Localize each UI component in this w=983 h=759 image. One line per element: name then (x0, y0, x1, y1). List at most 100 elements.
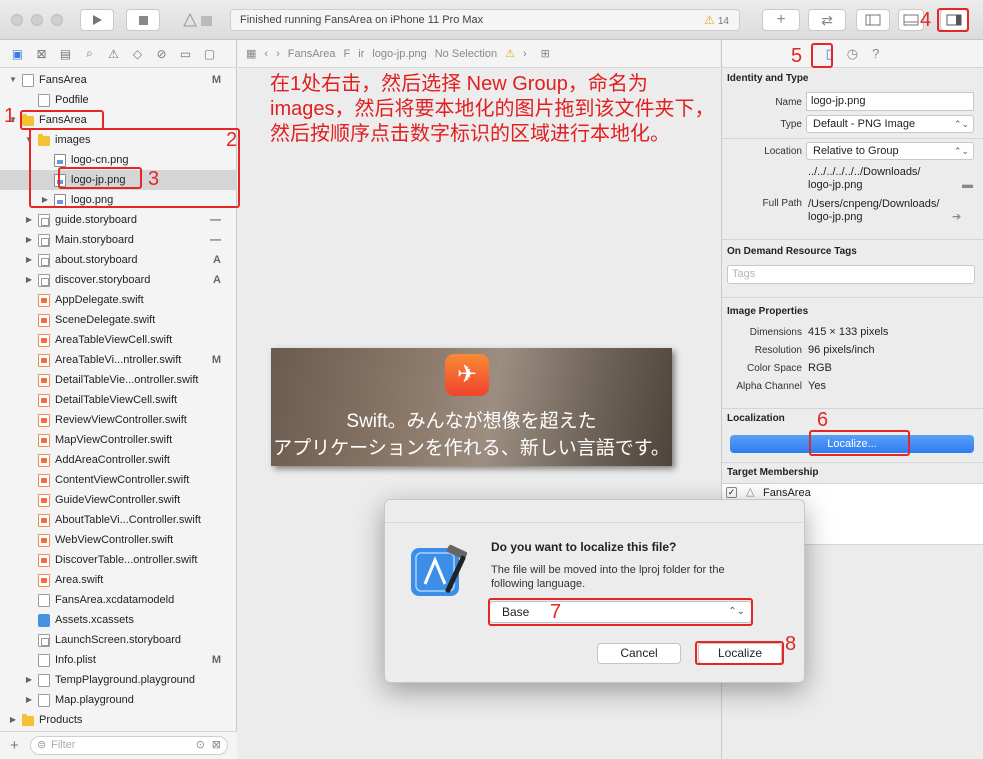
tree-item-products[interactable]: ▶ Products (0, 710, 237, 730)
tree-item-assets[interactable]: Assets.xcassets (0, 610, 237, 630)
preview-text-line2: アプリケーションを作れる、新しい言語です。 (273, 438, 670, 459)
jump-warning-icon[interactable]: ⚠ (505, 47, 515, 60)
scm-filter-icon[interactable]: ⊠ (212, 737, 221, 754)
jump-crumb-project[interactable]: FansArea (288, 48, 336, 60)
jump-crumb-file[interactable]: logo-jp.png (372, 48, 426, 60)
tree-item-label: TempPlayground.playground (55, 674, 196, 686)
alpha-value: Yes (808, 380, 826, 392)
jump-crumb-folder[interactable]: ir (358, 48, 364, 60)
close-window-button[interactable] (11, 14, 23, 26)
disclosure-triangle-icon[interactable]: ▶ (24, 210, 34, 230)
zoom-window-button[interactable] (51, 14, 63, 26)
disclosure-triangle-icon[interactable]: ▶ (24, 250, 34, 270)
tree-item-swift[interactable]: AddAreaController.swift (0, 450, 237, 470)
disclosure-triangle-icon[interactable]: ▶ (24, 670, 34, 690)
disclosure-triangle-icon[interactable]: ▼ (8, 70, 18, 90)
back-icon[interactable]: ‹ (264, 48, 268, 60)
tree-item-swift[interactable]: Area.swift (0, 570, 237, 590)
source-control-icon[interactable]: ⊠ (32, 47, 51, 61)
code-review-button[interactable]: ⇄ (808, 9, 846, 31)
add-icon[interactable]: + (10, 737, 19, 754)
tree-item-swift[interactable]: DetailTableViewCell.swift (0, 390, 237, 410)
issue-icon[interactable]: ⚠ (104, 47, 123, 61)
tree-item-swift[interactable]: DetailTableVie...ontroller.swift (0, 370, 237, 390)
swift-file-icon (38, 574, 50, 587)
tree-item-swift[interactable]: DiscoverTable...ontroller.swift (0, 550, 237, 570)
disclosure-triangle-icon[interactable]: ▶ (8, 710, 18, 730)
disclosure-triangle-icon[interactable]: ▶ (24, 270, 34, 290)
tree-item-swift[interactable]: AppDelegate.swift (0, 290, 237, 310)
warning-icon: ⚠ (704, 13, 715, 27)
tree-item-swift[interactable]: WebViewController.swift (0, 530, 237, 550)
type-select[interactable]: Default - PNG Image ⌃⌄ (806, 115, 974, 133)
project-icon (22, 74, 34, 87)
tree-item-label: discover.storyboard (55, 274, 151, 286)
fullpath-line2: logo-jp.png (808, 211, 863, 223)
jump-next-icon[interactable]: › (523, 48, 527, 60)
report-icon[interactable]: ▢ (200, 47, 219, 61)
location-path-line2: logo-jp.png (808, 179, 863, 191)
tree-item-playground[interactable]: ▶ TempPlayground.playground (0, 670, 237, 690)
tree-item-swift[interactable]: AboutTableVi...Controller.swift (0, 510, 237, 530)
tags-field[interactable]: Tags (727, 265, 975, 284)
tree-item-datamodel[interactable]: FansArea.xcdatamodeld (0, 590, 237, 610)
name-field[interactable]: logo-jp.png (806, 92, 974, 111)
name-label: Name (775, 97, 802, 108)
split-editor-icon[interactable]: ⊞ (541, 47, 550, 60)
target-checkbox[interactable]: ✓ (726, 487, 737, 498)
forward-icon[interactable]: › (276, 48, 280, 60)
tree-item-swift[interactable]: AreaTableViewCell.swift (0, 330, 237, 350)
preview-text-line1: Swift。みんなが想像を超えた (346, 411, 597, 432)
filter-input[interactable]: ⊜ Filter ⊙ ⊠ (30, 736, 228, 755)
tree-item-swift[interactable]: ContentViewController.swift (0, 470, 237, 490)
tree-item-podfile[interactable]: Podfile (0, 90, 237, 110)
jump-crumb-selection[interactable]: No Selection (435, 48, 497, 60)
tree-item-swift[interactable]: AreaTableVi...ntroller.swift M (0, 350, 237, 370)
help-icon[interactable]: ? (872, 46, 879, 61)
disclosure-triangle-icon[interactable]: ▶ (24, 230, 34, 250)
tree-item-project[interactable]: ▼ FansArea M (0, 70, 237, 90)
hierarchy-icon[interactable]: ▤ (56, 47, 75, 61)
tree-item-playground[interactable]: ▶ Map.playground (0, 690, 237, 710)
scheme-app-icon (182, 12, 212, 27)
breakpoint-icon[interactable]: ▭ (176, 47, 195, 61)
dimensions-value: 415 × 133 pixels (808, 326, 889, 338)
tree-item-swift[interactable]: MapViewController.swift (0, 430, 237, 450)
tree-item-label: MapViewController.swift (55, 434, 173, 446)
tree-item-swift[interactable]: SceneDelegate.swift (0, 310, 237, 330)
location-select[interactable]: Relative to Group ⌃⌄ (806, 142, 974, 160)
history-icon[interactable]: ◷ (847, 46, 858, 62)
tree-item-storyboard[interactable]: ▶ guide.storyboard — (0, 210, 237, 230)
toggle-navigator-button[interactable] (856, 9, 890, 31)
run-button[interactable] (80, 9, 114, 31)
reveal-arrow-icon[interactable]: ➔ (952, 210, 961, 223)
tree-item-launchscreen[interactable]: LaunchScreen.storyboard (0, 630, 237, 650)
tree-item-swift[interactable]: ReviewViewController.swift (0, 410, 237, 430)
cancel-button[interactable]: Cancel (597, 643, 681, 664)
tree-item-storyboard[interactable]: ▶ discover.storyboard A (0, 270, 237, 290)
scheme-selector[interactable] (170, 9, 225, 31)
xcode-window: Finished running FansArea on iPhone 11 P… (0, 0, 983, 759)
activity-status: Finished running FansArea on iPhone 11 P… (230, 9, 740, 31)
tree-item-storyboard[interactable]: ▶ Main.storyboard — (0, 230, 237, 250)
test-icon[interactable]: ◇ (128, 47, 147, 61)
warning-count[interactable]: ⚠ 14 (704, 10, 729, 32)
debug-icon[interactable]: ⊘ (152, 47, 171, 61)
library-button[interactable]: + (762, 9, 800, 31)
jump-crumb-group[interactable]: F (343, 48, 350, 60)
filter-funnel-icon: ⊜ (37, 739, 47, 751)
tree-item-label: ContentViewController.swift (55, 474, 190, 486)
reveal-folder-icon[interactable]: ▬ (962, 179, 973, 191)
recent-icon[interactable]: ⊙ (196, 737, 205, 754)
tree-item-plist[interactable]: Info.plist M (0, 650, 237, 670)
stop-icon (138, 15, 148, 25)
grid-icon[interactable]: ▦ (246, 47, 256, 60)
folder-icon[interactable]: ▣ (8, 47, 27, 61)
swift-file-icon (38, 414, 50, 427)
search-icon[interactable]: ⌕ (80, 46, 99, 61)
disclosure-triangle-icon[interactable]: ▶ (24, 690, 34, 710)
tree-item-storyboard[interactable]: ▶ about.storyboard A (0, 250, 237, 270)
stop-button[interactable] (126, 9, 160, 31)
tree-item-swift[interactable]: GuideViewController.swift (0, 490, 237, 510)
minimize-window-button[interactable] (31, 14, 43, 26)
